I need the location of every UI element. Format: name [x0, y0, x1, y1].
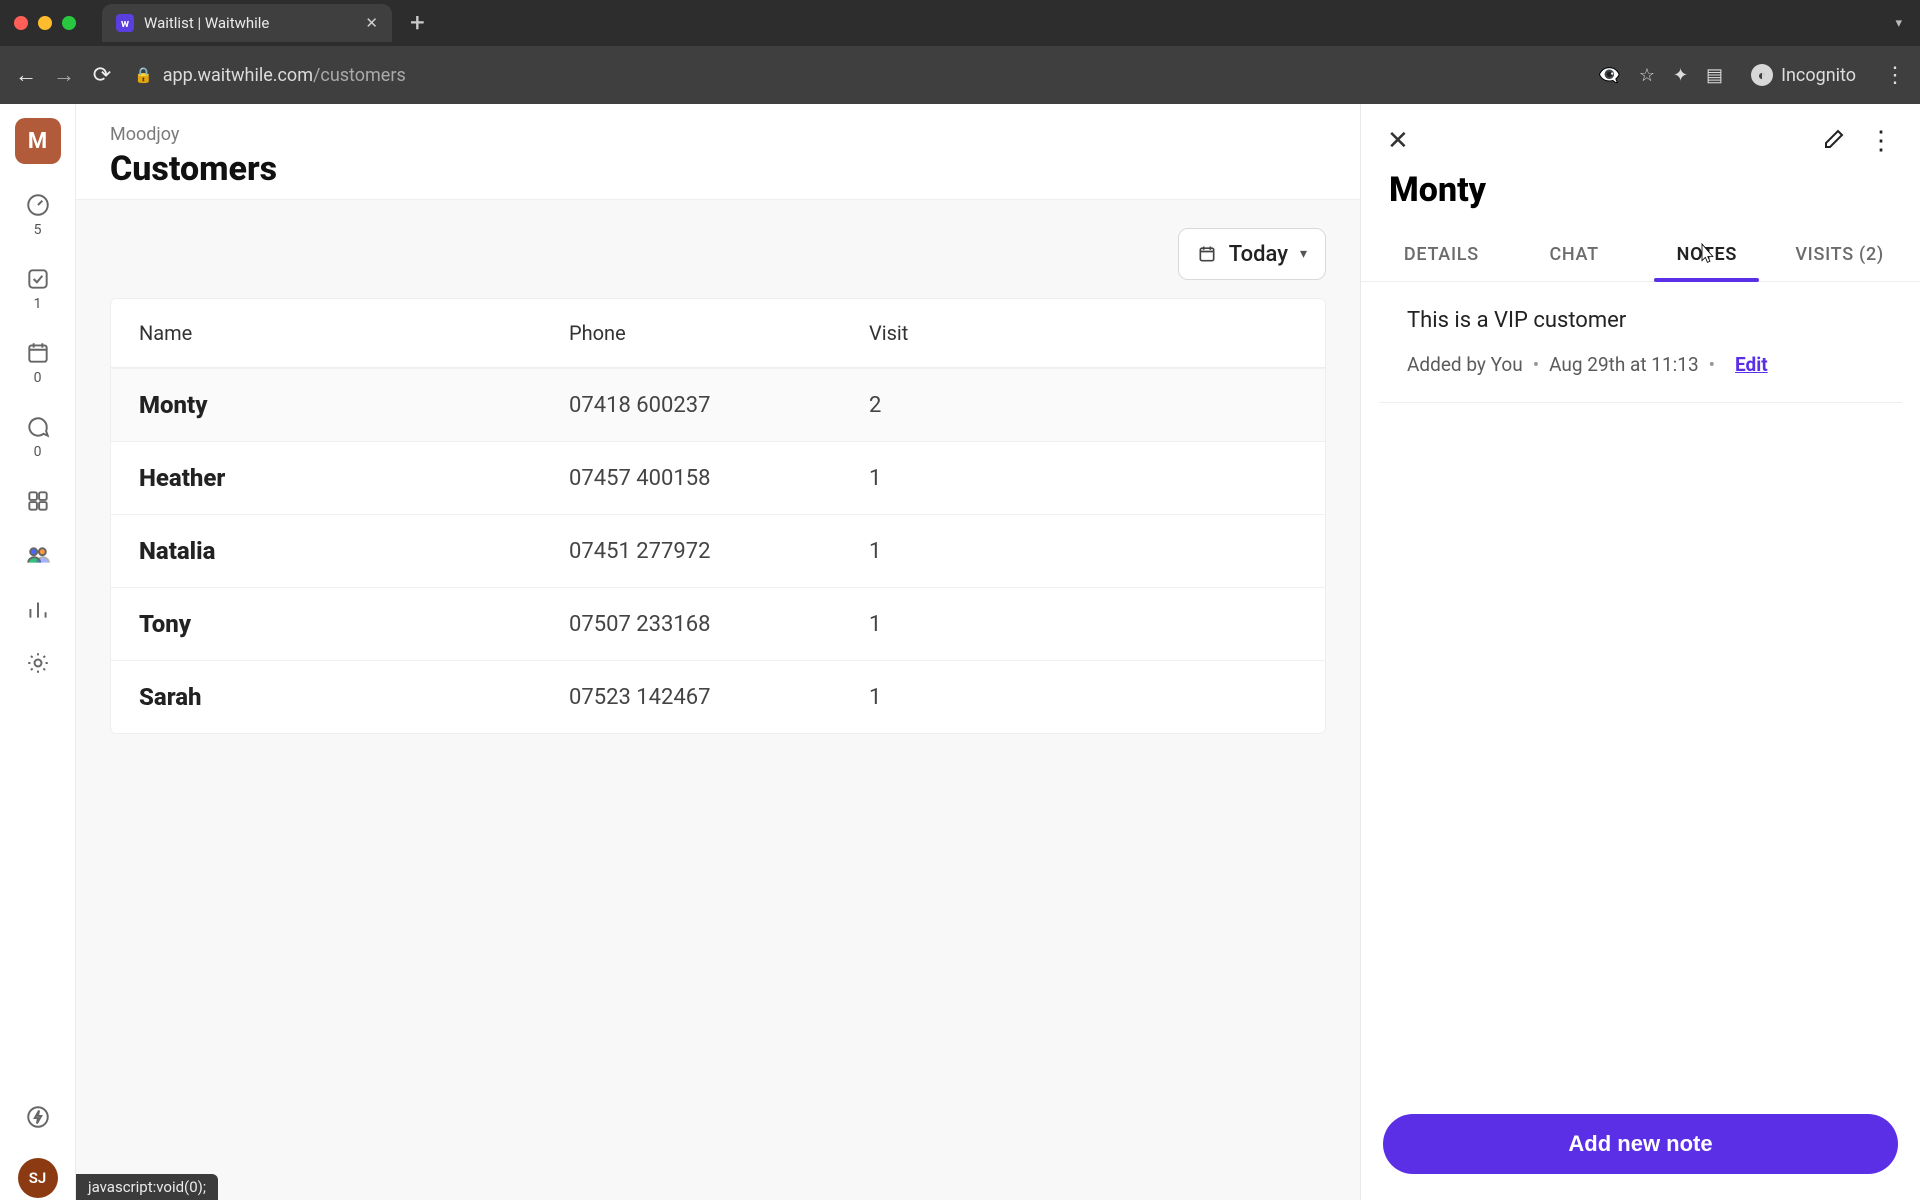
sidebar-apps[interactable]: [25, 488, 51, 514]
back-button[interactable]: ←: [14, 62, 38, 88]
org-badge[interactable]: M: [15, 118, 61, 164]
tab-visits[interactable]: VISITS (2): [1777, 228, 1902, 281]
cell-phone: 07523 142467: [569, 685, 869, 710]
address-bar[interactable]: 🔒 app.waitwhile.com/customers: [128, 55, 1584, 95]
sidebar-analytics[interactable]: [25, 596, 51, 622]
date-filter-label: Today: [1229, 242, 1288, 267]
breadcrumb: Moodjoy: [110, 124, 1326, 145]
gauge-icon: [25, 192, 51, 218]
table-row[interactable]: Natalia07451 2779721: [111, 514, 1325, 587]
panel-close-button[interactable]: ✕: [1387, 126, 1409, 156]
table-row[interactable]: Sarah07523 1424671: [111, 660, 1325, 733]
tab-notes[interactable]: NOTES: [1645, 228, 1770, 281]
cell-phone: 07507 233168: [569, 612, 869, 637]
people-icon: [25, 542, 51, 568]
tab-chat[interactable]: CHAT: [1512, 228, 1637, 281]
cell-visit: 1: [869, 466, 1297, 491]
cell-visit: 1: [869, 612, 1297, 637]
lock-icon: 🔒: [134, 66, 153, 84]
window-minimize-button[interactable]: [38, 16, 52, 30]
window-maximize-button[interactable]: [62, 16, 76, 30]
cell-name: Tony: [139, 610, 569, 638]
note-edit-link[interactable]: Edit: [1735, 353, 1768, 376]
sidebar-help[interactable]: [25, 1104, 51, 1130]
incognito-label: Incognito: [1781, 65, 1856, 86]
incognito-icon: ◐: [1751, 64, 1773, 86]
sidebar-settings[interactable]: [25, 650, 51, 676]
sidebar-dashboard[interactable]: 5: [25, 192, 51, 238]
chevron-down-icon: ▾: [1300, 246, 1307, 262]
cell-visit: 1: [869, 685, 1297, 710]
tab-title: Waitlist | Waitwhile: [144, 14, 355, 32]
cell-phone: 07457 400158: [569, 466, 869, 491]
gear-icon: [25, 650, 51, 676]
sidebar-queue-count: 1: [34, 296, 42, 312]
calendar-icon: [1197, 244, 1217, 264]
pencil-icon: [1822, 127, 1846, 151]
add-note-button[interactable]: Add new note: [1383, 1114, 1898, 1174]
table-row[interactable]: Tony07507 2331681: [111, 587, 1325, 660]
cell-name: Sarah: [139, 683, 569, 711]
dot-separator: •: [1533, 353, 1539, 376]
sidebar-calendar-count: 0: [34, 370, 42, 386]
panel-customer-name: Monty: [1361, 164, 1920, 228]
browser-menu-button[interactable]: ⋮: [1884, 63, 1906, 88]
date-filter-button[interactable]: Today ▾: [1178, 228, 1326, 280]
col-name[interactable]: Name: [139, 321, 569, 345]
dot-separator: •: [1709, 353, 1715, 376]
side-panel-icon[interactable]: ▤: [1706, 65, 1723, 86]
browser-tab[interactable]: w Waitlist | Waitwhile ✕: [102, 4, 392, 42]
sidebar-calendar[interactable]: 0: [25, 340, 51, 386]
reload-button[interactable]: ⟳: [90, 63, 114, 88]
customer-detail-panel: ✕ ⋮ Monty DETAILS CHAT NOTES VISITS (2) …: [1360, 104, 1920, 1200]
calendar-icon: [25, 340, 51, 366]
note-item: This is a VIP customer Added by You • Au…: [1379, 282, 1902, 403]
address-text: app.waitwhile.com/customers: [163, 65, 406, 86]
bolt-icon: [25, 1104, 51, 1130]
note-author: Added by You: [1407, 353, 1523, 376]
note-text: This is a VIP customer: [1407, 308, 1874, 333]
user-avatar[interactable]: SJ: [18, 1158, 58, 1198]
col-phone[interactable]: Phone: [569, 321, 869, 345]
sidebar-chat-count: 0: [34, 444, 42, 460]
checkbox-icon: [25, 266, 51, 292]
note-date: Aug 29th at 11:13: [1549, 353, 1698, 376]
eye-off-icon[interactable]: 👁‍🗨: [1598, 65, 1620, 86]
sidebar-queue[interactable]: 1: [25, 266, 51, 312]
star-icon[interactable]: ☆: [1639, 65, 1655, 86]
tab-details[interactable]: DETAILS: [1379, 228, 1504, 281]
customers-table: Name Phone Visit Monty07418 6002372Heath…: [110, 298, 1326, 734]
cell-name: Monty: [139, 391, 569, 419]
cell-phone: 07418 600237: [569, 393, 869, 418]
forward-button[interactable]: →: [52, 62, 76, 88]
sidebar-customers[interactable]: [25, 542, 51, 568]
tab-close-button[interactable]: ✕: [365, 14, 378, 32]
window-close-button[interactable]: [14, 16, 28, 30]
grid-icon: [25, 488, 51, 514]
table-row[interactable]: Monty07418 6002372: [111, 368, 1325, 441]
cell-name: Heather: [139, 464, 569, 492]
cell-visit: 2: [869, 393, 1297, 418]
panel-edit-button[interactable]: [1822, 127, 1846, 155]
cell-phone: 07451 277972: [569, 539, 869, 564]
cell-visit: 1: [869, 539, 1297, 564]
new-tab-button[interactable]: +: [400, 10, 435, 36]
cell-name: Natalia: [139, 537, 569, 565]
page-title: Customers: [110, 149, 1326, 189]
incognito-indicator[interactable]: ◐ Incognito: [1741, 60, 1866, 90]
status-bar: javascript:void(0);: [76, 1174, 218, 1200]
tab-favicon: w: [116, 14, 134, 32]
panel-more-button[interactable]: ⋮: [1868, 126, 1894, 156]
bar-chart-icon: [25, 596, 51, 622]
sidebar-chat[interactable]: 0: [25, 414, 51, 460]
chat-icon: [25, 414, 51, 440]
table-row[interactable]: Heather07457 4001581: [111, 441, 1325, 514]
extensions-icon[interactable]: ✦: [1673, 65, 1688, 86]
col-visit[interactable]: Visit: [869, 321, 1297, 345]
tabs-overflow-button[interactable]: ▾: [1895, 16, 1920, 31]
sidebar-dashboard-count: 5: [34, 222, 42, 238]
